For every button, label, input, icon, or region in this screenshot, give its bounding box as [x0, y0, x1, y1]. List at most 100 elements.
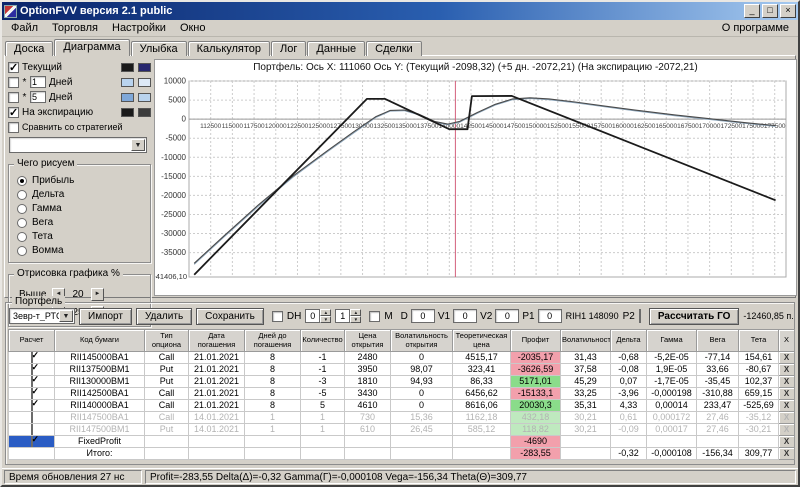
delete-button[interactable]: Удалить: [136, 308, 192, 325]
preset-dropdown[interactable]: 3евр-т_РТС ▼: [9, 308, 75, 324]
row-calc-checkbox[interactable]: [31, 424, 33, 436]
delete-row-button[interactable]: X: [779, 376, 795, 388]
spin-down-icon[interactable]: ▼: [350, 316, 361, 323]
column-header-7[interactable]: Волатильность открытия: [391, 330, 453, 352]
column-header-9[interactable]: Профит: [511, 330, 561, 352]
current-checkbox[interactable]: [8, 62, 19, 73]
portfolio-chart-svg[interactable]: 1000050000-5000-10000-15000-20000-25000-…: [155, 73, 796, 294]
theta-radio[interactable]: [17, 232, 27, 242]
vega-radio[interactable]: [17, 218, 27, 228]
profit-radio[interactable]: [17, 176, 27, 186]
cell-open_price: 3950: [345, 364, 391, 376]
dh-spinner-2[interactable]: 1 ▲▼: [335, 309, 361, 323]
column-header-10[interactable]: Волатильность: [561, 330, 611, 352]
column-header-2[interactable]: Тип опциона: [145, 330, 189, 352]
column-header-8[interactable]: Теоретическая цена: [453, 330, 511, 352]
cell-days: 1: [245, 424, 301, 436]
expiration-checkbox[interactable]: [8, 107, 19, 118]
column-header-6[interactable]: Цена открытия: [345, 330, 391, 352]
fixed-profit-row: FixedProfit-4690X: [9, 436, 795, 448]
compare-strategy-checkbox[interactable]: [8, 122, 19, 133]
column-header-4[interactable]: Дней до погашения: [245, 330, 301, 352]
v2-field[interactable]: 0: [495, 309, 519, 323]
column-header-0[interactable]: Расчет: [9, 330, 55, 352]
5day-checkbox[interactable]: [8, 92, 19, 103]
strategy-dropdown[interactable]: ▼: [9, 137, 147, 153]
delete-row-button[interactable]: X: [779, 412, 795, 424]
tab-deals[interactable]: Сделки: [366, 41, 422, 56]
spin-down-icon[interactable]: ▼: [320, 316, 331, 323]
update-time: Время обновления 27 нс: [4, 470, 142, 484]
preset-dropdown-value: 3евр-т_РТС: [10, 311, 59, 321]
menu-item-about[interactable]: О программе: [715, 21, 796, 35]
current-color-swatch-2: [138, 63, 151, 72]
delete-row-button[interactable]: X: [779, 448, 795, 460]
dh-spinner-1[interactable]: 0 ▲▼: [305, 309, 331, 323]
cell-vol: 45,29: [561, 376, 611, 388]
v1-label: V1: [438, 311, 450, 322]
svg-text:170000: 170000: [699, 123, 721, 130]
delete-row-button[interactable]: X: [779, 364, 795, 376]
gamma-radio[interactable]: [17, 204, 27, 214]
menu-item-settings[interactable]: Настройки: [105, 21, 173, 35]
spin-up-icon[interactable]: ▲: [350, 309, 361, 316]
param-fields: D0V10V20P10: [401, 309, 562, 323]
save-button[interactable]: Сохранить: [196, 308, 264, 325]
delta-radio[interactable]: [17, 190, 27, 200]
p1-field[interactable]: 0: [538, 309, 562, 323]
column-header-13[interactable]: Вега: [697, 330, 739, 352]
menu-item-window[interactable]: Окно: [173, 21, 213, 35]
row-calc-checkbox[interactable]: [31, 412, 33, 424]
tab-calculator[interactable]: Калькулятор: [188, 41, 270, 56]
tab-diagram[interactable]: Диаграмма: [54, 39, 129, 56]
1day-checkbox[interactable]: [8, 77, 19, 88]
svg-text:160000: 160000: [612, 123, 634, 130]
cell-delta: -0,08: [611, 364, 647, 376]
m-checkbox[interactable]: [369, 311, 380, 322]
delete-row-button[interactable]: X: [779, 424, 795, 436]
close-button[interactable]: ×: [780, 4, 796, 18]
row-calc-checkbox[interactable]: [31, 376, 33, 388]
delete-row-button[interactable]: X: [779, 388, 795, 400]
1day-days-input[interactable]: [30, 76, 46, 88]
delete-row-button[interactable]: X: [779, 400, 795, 412]
spin-up-icon[interactable]: ▲: [320, 309, 331, 316]
p2-field[interactable]: [639, 309, 641, 323]
dh-checkbox[interactable]: [272, 311, 283, 322]
cell-days: [245, 436, 301, 448]
cell-qty: -3: [301, 376, 345, 388]
5day-days-input[interactable]: [30, 91, 46, 103]
tab-board[interactable]: Доска: [5, 41, 53, 56]
minimize-button[interactable]: _: [744, 4, 760, 18]
cell-code: RII147500BA1: [55, 412, 145, 424]
column-header-14[interactable]: Тета: [739, 330, 779, 352]
chart-panel[interactable]: Портфель: Ось X: 111060 Ось Y: (Текущий …: [154, 59, 797, 296]
cell-theor_price: 4515,17: [453, 352, 511, 364]
tab-data[interactable]: Данные: [307, 41, 365, 56]
column-header-12[interactable]: Гамма: [647, 330, 697, 352]
maximize-button[interactable]: □: [762, 4, 778, 18]
d-field[interactable]: 0: [411, 309, 435, 323]
column-header-15[interactable]: X: [779, 330, 795, 352]
column-header-11[interactable]: Дельта: [611, 330, 647, 352]
v1-field[interactable]: 0: [453, 309, 477, 323]
above-increase-button[interactable]: ►: [91, 288, 104, 301]
import-button[interactable]: Импорт: [79, 308, 132, 325]
row-calc-checkbox[interactable]: [31, 400, 33, 412]
column-header-3[interactable]: Дата погашения: [189, 330, 245, 352]
vomma-radio[interactable]: [17, 246, 27, 256]
row-calc-checkbox[interactable]: [31, 352, 33, 364]
tab-log[interactable]: Лог: [271, 41, 306, 56]
calculate-go-button[interactable]: Рассчитать ГО: [649, 308, 740, 325]
row-calc-checkbox[interactable]: [31, 364, 33, 376]
delete-row-button[interactable]: X: [779, 352, 795, 364]
row-calc-checkbox[interactable]: [31, 388, 33, 400]
tab-smile[interactable]: Улыбка: [131, 41, 187, 56]
column-header-1[interactable]: Код бумаги: [55, 330, 145, 352]
row-calc-checkbox[interactable]: [31, 436, 33, 448]
menu-item-trading[interactable]: Торговля: [45, 21, 105, 35]
delete-row-button[interactable]: X: [779, 436, 795, 448]
menu-item-file[interactable]: Файл: [4, 21, 45, 35]
chevron-down-icon: ▼: [131, 139, 145, 151]
column-header-5[interactable]: Количество: [301, 330, 345, 352]
